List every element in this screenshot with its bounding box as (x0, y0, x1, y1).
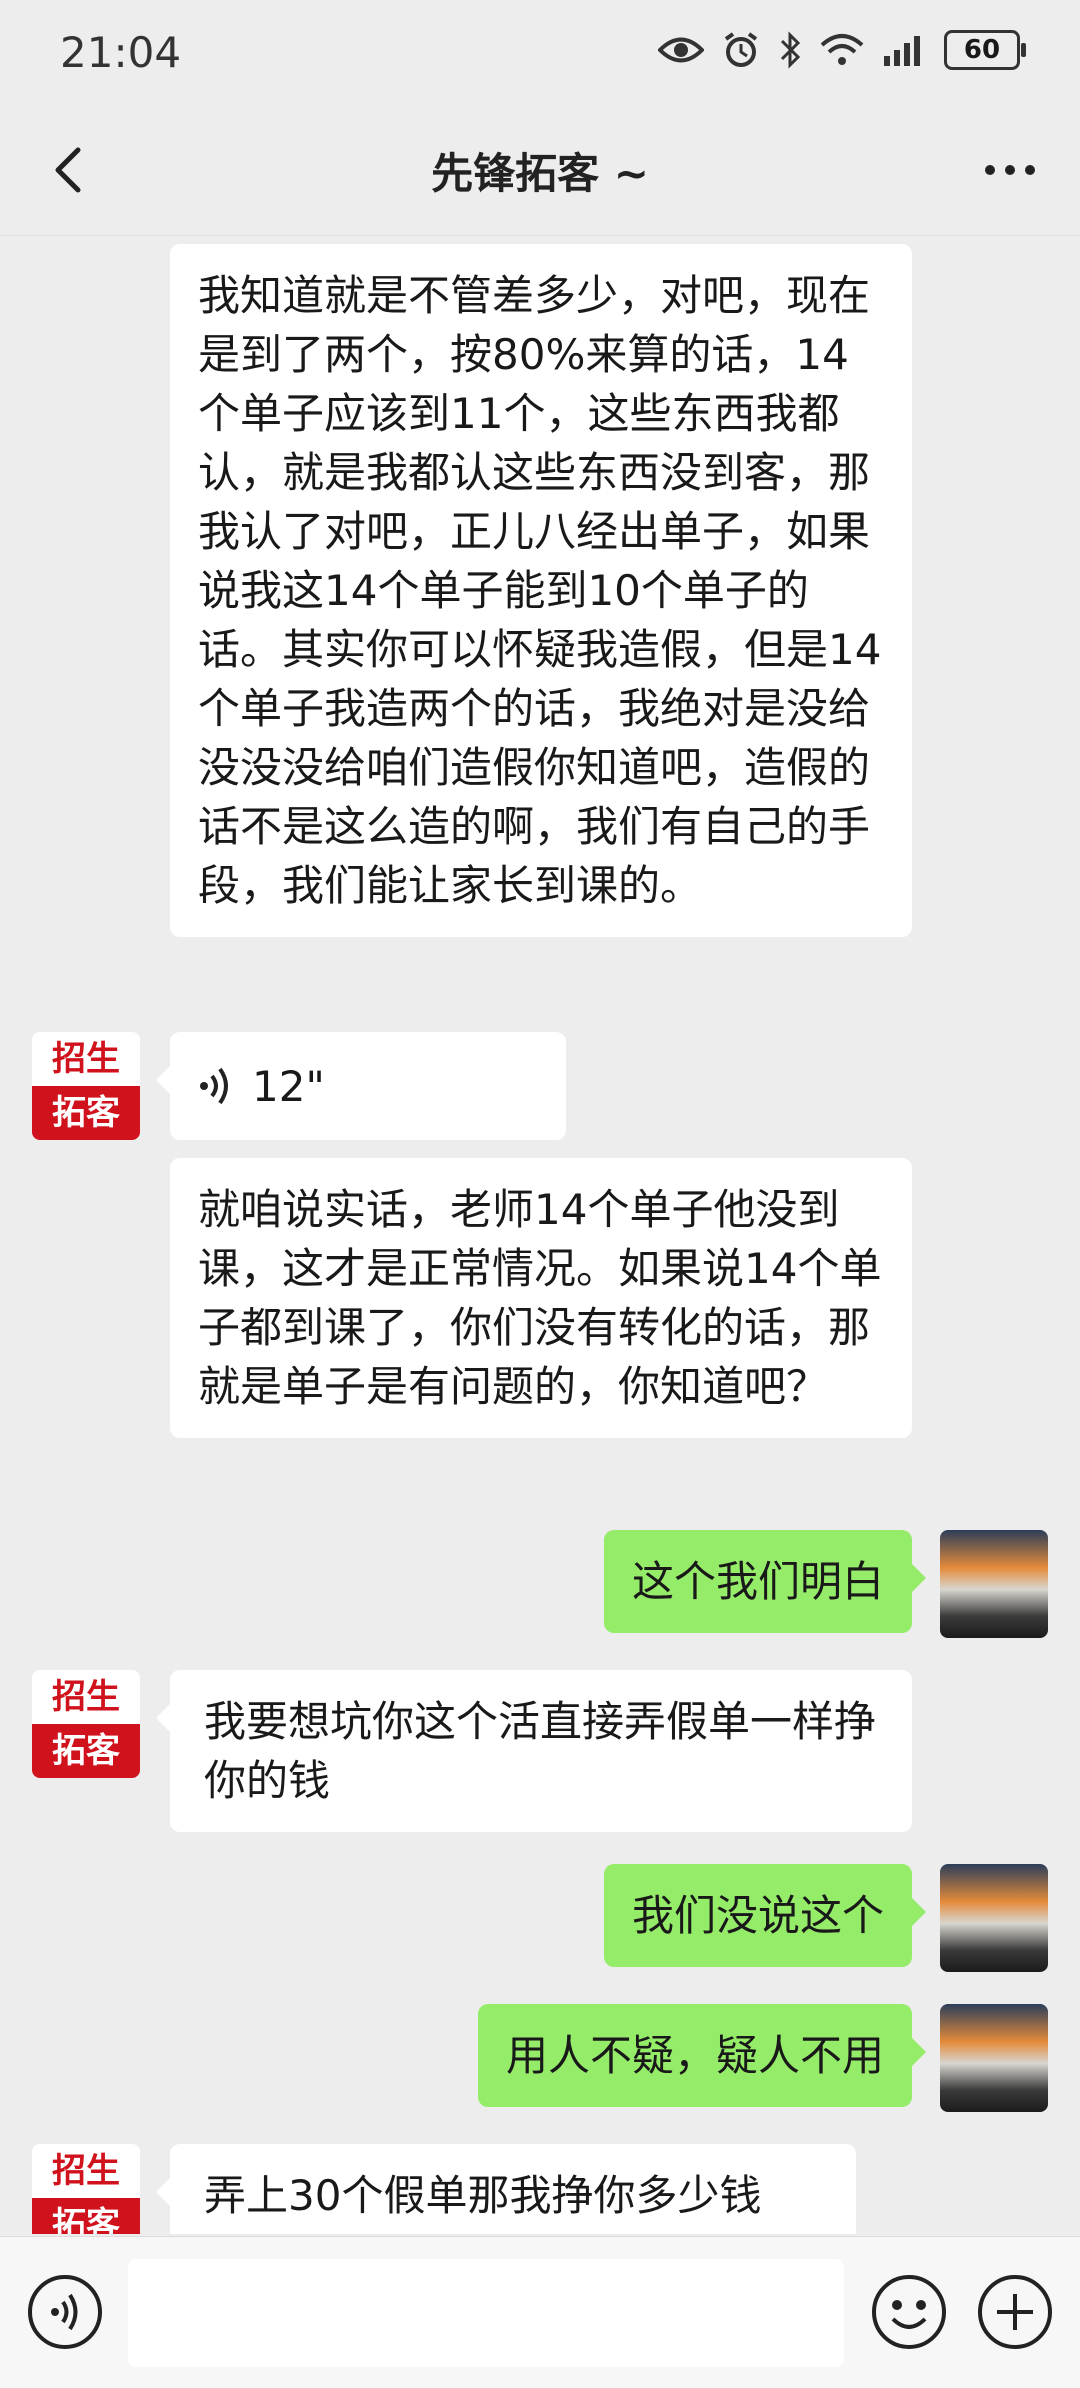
message-bubble-incoming[interactable]: 我知道就是不管差多少，对吧，现在是到了两个，按80%来算的话，14个单子应该到1… (170, 244, 912, 937)
message-bubble-outgoing[interactable]: 这个我们明白 (603, 1530, 927, 1633)
wifi-icon (820, 34, 864, 65)
avatar-text-bottom: 拓客 (32, 1724, 140, 1778)
avatar-text-top: 招生 (32, 1670, 140, 1724)
avatar-text-bottom: 拓客 (32, 1086, 140, 1140)
avatar-text-top: 招生 (32, 2144, 140, 2198)
input-bar (0, 2236, 1080, 2388)
plus-icon[interactable] (970, 2267, 1060, 2357)
status-icons: 60 (658, 30, 1026, 70)
avatar-text-top: 招生 (32, 1032, 140, 1086)
contact-avatar[interactable]: 招生 拓客 (32, 1670, 140, 1778)
my-avatar[interactable] (940, 2004, 1048, 2112)
message-bubble-incoming[interactable]: 我要想坑你这个活直接弄假单一样挣你的钱 (156, 1670, 912, 1832)
message-bubble-incoming[interactable]: 弄上30个假单那我挣你多少钱 (156, 2144, 856, 2234)
message-input[interactable] (128, 2259, 844, 2367)
message-bubble-outgoing[interactable]: 用人不疑，疑人不用 (477, 2004, 927, 2107)
more-options-icon[interactable] (980, 140, 1040, 200)
status-time: 21:04 (60, 28, 182, 77)
eye-icon (658, 37, 704, 63)
voice-input-icon[interactable] (20, 2267, 110, 2357)
contact-avatar[interactable]: 招生 拓客 (32, 2144, 140, 2234)
message-list[interactable]: 我知道就是不管差多少，对吧，现在是到了两个，按80%来算的话，14个单子应该到1… (0, 236, 1080, 2234)
bluetooth-icon (780, 31, 801, 69)
voice-message-bubble[interactable]: 12" (156, 1032, 566, 1140)
alarm-icon (724, 32, 758, 67)
message-bubble-outgoing[interactable]: 我们没说这个 (603, 1864, 927, 1967)
my-avatar[interactable] (940, 1864, 1048, 1972)
message-bubble-incoming[interactable]: 就咱说实话，老师14个单子他没到课，这才是正常情况。如果说14个单子都到课了，你… (170, 1158, 912, 1438)
chat-title: 先锋拓客 ~ (431, 149, 649, 198)
my-avatar[interactable] (940, 1530, 1048, 1638)
emoji-icon[interactable] (864, 2267, 954, 2357)
voice-wave-icon (200, 1067, 228, 1105)
chat-header: 先锋拓客 ~ (0, 110, 1080, 236)
signal-icon (884, 36, 920, 66)
voice-duration: 12" (252, 1061, 325, 1111)
avatar-text-bottom: 拓客 (32, 2198, 140, 2234)
contact-avatar[interactable]: 招生 拓客 (32, 1032, 140, 1140)
battery-indicator: 60 (944, 30, 1026, 70)
status-bar: 21:04 60 (0, 0, 1080, 110)
